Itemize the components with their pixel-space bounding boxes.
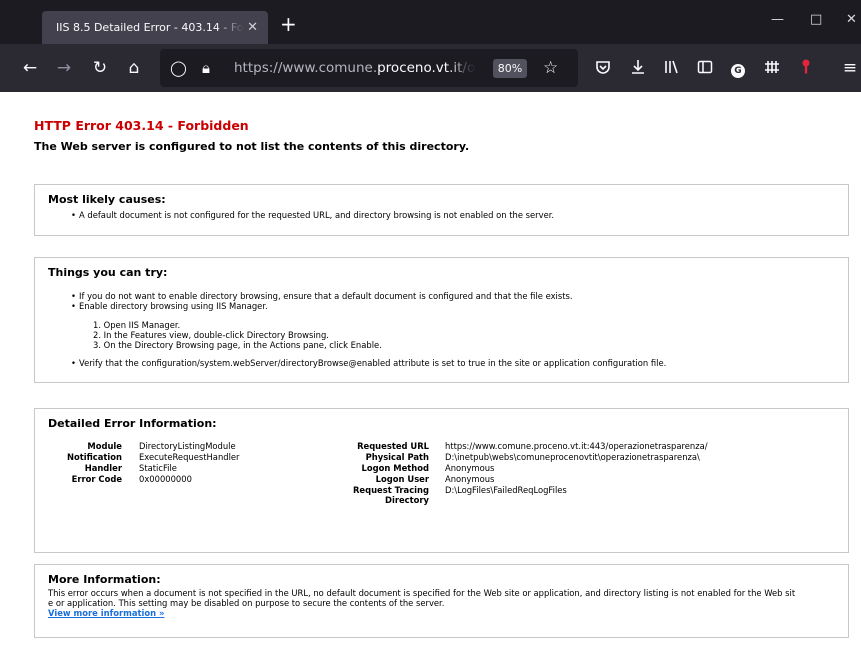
detail-value: Anonymous <box>445 474 495 484</box>
more-info-text: This error occurs when a document is not… <box>48 588 796 598</box>
lock-icon[interactable]: 🔒︎ <box>202 58 210 78</box>
detail-value: Anonymous <box>445 463 495 473</box>
cause-item: A default document is not configured for… <box>71 210 554 220</box>
url-bar[interactable]: ◯ 🔒︎ https://www.comune.proceno.vt.it/op… <box>160 49 578 87</box>
detail-value: https://www.comune.proceno.vt.it:443/ope… <box>445 441 708 451</box>
download-icon[interactable] <box>628 58 648 78</box>
tab-strip: IIS 8.5 Detailed Error - 403.14 - Forbid… <box>0 0 861 44</box>
zoom-badge[interactable]: 80% <box>493 59 527 78</box>
url-prefix: https://www.comune. <box>234 60 378 76</box>
more-info-heading: More Information: <box>48 573 161 586</box>
new-tab-button[interactable]: + <box>280 13 297 35</box>
sidebar-icon[interactable] <box>695 58 715 78</box>
library-icon[interactable] <box>661 58 681 78</box>
shield-icon[interactable]: ◯ <box>170 58 187 78</box>
extension-g-badge: G <box>731 64 745 78</box>
extension-grid-icon[interactable] <box>762 58 782 78</box>
details-heading: Detailed Error Information: <box>48 417 217 430</box>
causes-box: Most likely causes: A default document i… <box>34 184 849 236</box>
detail-value: ExecuteRequestHandler <box>139 452 240 462</box>
detail-label: Directory <box>385 495 429 505</box>
detail-label: Requested URL <box>357 441 429 451</box>
pocket-icon[interactable] <box>593 58 613 78</box>
detail-label: Notification <box>66 452 122 462</box>
more-info-box: More Information: This error occurs when… <box>34 564 849 638</box>
detail-label: Handler <box>84 463 122 473</box>
detail-value: D:\inetpub\webs\comuneprocenovtit\operaz… <box>445 452 700 462</box>
detail-label: Physical Path <box>365 452 429 462</box>
causes-heading: Most likely causes: <box>48 193 166 206</box>
try-step: 1. Open IIS Manager. <box>93 320 181 330</box>
detail-label: Logon User <box>375 474 429 484</box>
try-heading: Things you can try: <box>48 266 168 279</box>
extension-g-icon[interactable]: G <box>728 58 748 78</box>
detail-value: D:\LogFiles\FailedReqLogFiles <box>445 485 567 495</box>
url-path: /operazionetrasparenza/ <box>462 60 476 76</box>
try-item: Verify that the configuration/system.web… <box>71 358 666 368</box>
tab-title: IIS 8.5 Detailed Error - 403.14 - Forbid… <box>56 21 244 34</box>
browser-tab[interactable]: IIS 8.5 Detailed Error - 403.14 - Forbid… <box>42 11 268 44</box>
url-text[interactable]: https://www.comune.proceno.vt.it/operazi… <box>234 59 476 77</box>
error-subtitle: The Web server is configured to not list… <box>34 140 470 153</box>
back-icon[interactable]: ← <box>20 58 40 78</box>
detail-label: Logon Method <box>361 463 429 473</box>
detail-value: StaticFile <box>139 463 177 473</box>
error-title: HTTP Error 403.14 - Forbidden <box>34 118 249 133</box>
details-box: Detailed Error Information: Module Direc… <box>34 408 849 553</box>
bookmark-star-icon[interactable]: ☆ <box>543 58 558 78</box>
detail-label: Module <box>87 441 122 451</box>
menu-icon[interactable]: ≡ <box>840 58 860 78</box>
detail-value: 0x00000000 <box>139 474 192 484</box>
nav-bar: ← → ↻ ⌂ ◯ 🔒︎ https://www.comune.proceno.… <box>0 44 861 92</box>
detail-value: DirectoryListingModule <box>139 441 236 451</box>
detail-label: Request Tracing <box>352 485 429 495</box>
minimize-icon[interactable]: — <box>771 12 784 27</box>
forward-icon[interactable]: → <box>54 58 74 78</box>
extension-key-icon[interactable] <box>796 58 816 78</box>
try-step: 3. On the Directory Browsing page, in th… <box>93 340 382 350</box>
close-window-icon[interactable]: ✕ <box>846 12 857 27</box>
web-page: HTTP Error 403.14 - Forbidden The Web se… <box>0 92 861 656</box>
reload-icon[interactable]: ↻ <box>90 58 110 78</box>
try-box: Things you can try: If you do not want t… <box>34 257 849 383</box>
url-domain: proceno.vt.it <box>377 60 463 76</box>
maximize-icon[interactable]: □ <box>810 12 822 27</box>
try-step: 2. In the Features view, double-click Di… <box>93 330 329 340</box>
detail-label: Error Code <box>71 474 122 484</box>
try-item: If you do not want to enable directory b… <box>71 291 573 301</box>
home-icon[interactable]: ⌂ <box>124 58 144 78</box>
view-more-info-link[interactable]: View more information » <box>48 608 164 618</box>
try-item: Enable directory browsing using IIS Mana… <box>71 301 268 311</box>
tab-close-icon[interactable]: ✕ <box>247 11 258 44</box>
more-info-text: e or application. This setting may be di… <box>48 598 445 608</box>
